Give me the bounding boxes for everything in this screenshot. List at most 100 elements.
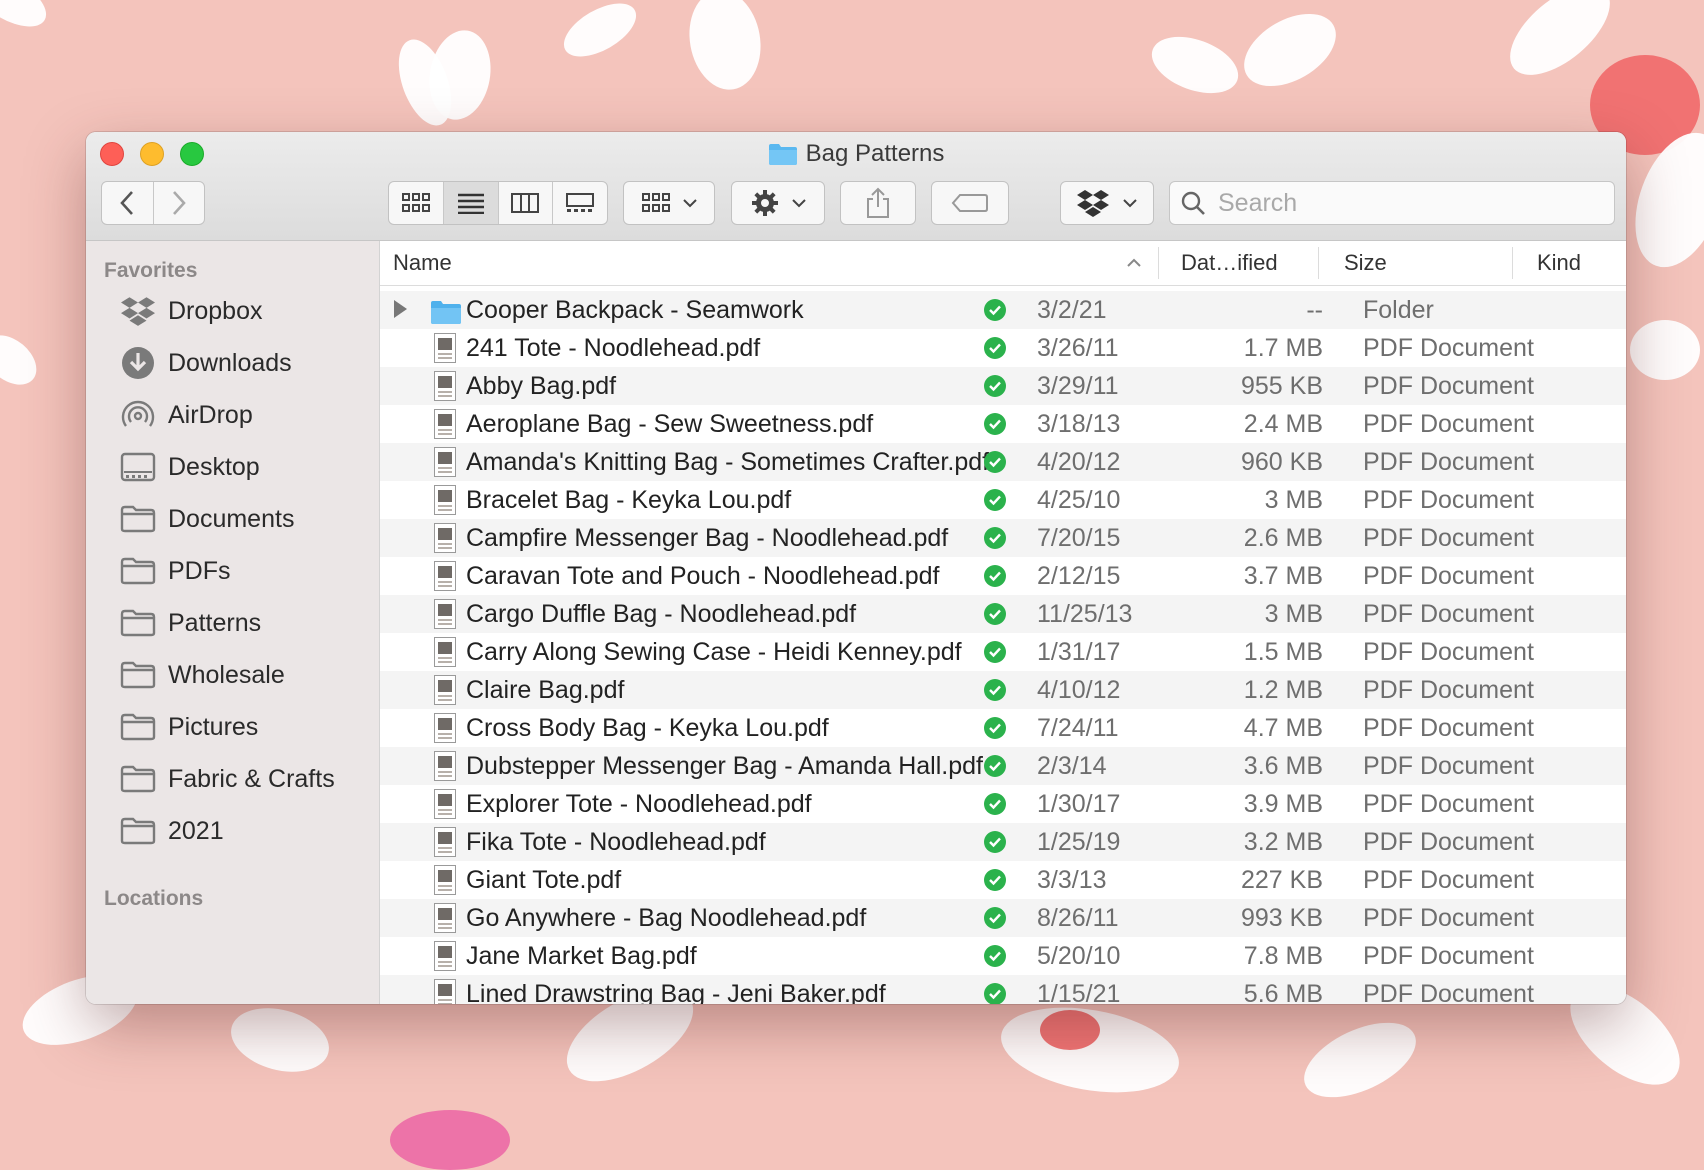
window-title: Bag Patterns — [805, 140, 945, 167]
sidebar-section-favorites: Favorites — [104, 259, 198, 282]
icon-view-button[interactable] — [389, 182, 444, 224]
sync-check-icon — [984, 337, 1006, 359]
file-row[interactable]: Aeroplane Bag - Sew Sweetness.pdf 3/18/13… — [380, 405, 1626, 443]
file-name: 241 Tote - Noodlehead.pdf — [466, 334, 761, 362]
sidebar-item-airdrop[interactable]: AirDrop — [120, 395, 253, 435]
file-size: 3.6 MB — [1243, 752, 1323, 780]
file-row[interactable]: Abby Bag.pdf 3/29/11 955 KB PDF Document — [380, 367, 1626, 405]
sync-check-icon — [984, 679, 1006, 701]
search-icon — [1181, 191, 1205, 215]
pdf-file-icon — [434, 713, 456, 743]
sync-check-icon — [984, 413, 1006, 435]
pdf-file-icon — [434, 827, 456, 857]
file-date: 1/31/17 — [1037, 638, 1121, 666]
sidebar-section-locations: Locations — [104, 887, 204, 910]
sidebar-item-fabric-crafts[interactable]: Fabric & Crafts — [120, 759, 335, 799]
file-row[interactable]: Bracelet Bag - Keyka Lou.pdf 4/25/10 3 MB P… — [380, 481, 1626, 519]
file-row[interactable]: Carry Along Sewing Case - Heidi Kenney.p… — [380, 633, 1626, 671]
file-date: 4/25/10 — [1037, 486, 1121, 514]
file-size: 3 MB — [1264, 600, 1323, 628]
file-row[interactable]: Claire Bag.pdf 4/10/12 1.2 MB PDF Document — [380, 671, 1626, 709]
file-size: 1.7 MB — [1243, 334, 1323, 362]
group-by-button[interactable] — [623, 181, 715, 225]
chevron-left-icon — [120, 191, 134, 215]
gallery-view-icon — [566, 193, 595, 212]
sidebar-item-wholesale[interactable]: Wholesale — [120, 655, 285, 695]
action-button[interactable] — [731, 181, 825, 225]
file-size: 1.2 MB — [1243, 676, 1323, 704]
disclosure-triangle-icon[interactable] — [394, 300, 407, 318]
dropbox-button[interactable] — [1060, 181, 1154, 225]
icon-view-icon — [401, 193, 430, 212]
sync-check-icon — [984, 603, 1006, 625]
file-row[interactable]: Cross Body Bag - Keyka Lou.pdf 7/24/11 4.7… — [380, 709, 1626, 747]
file-row[interactable]: Lined Drawstring Bag - Jeni Baker.pdf 1/1… — [380, 975, 1626, 1004]
column-view-button[interactable] — [499, 182, 554, 224]
file-row[interactable]: Cargo Duffle Bag - Noodlehead.pdf 11/25/1… — [380, 595, 1626, 633]
file-name: Aeroplane Bag - Sew Sweetness.pdf — [466, 410, 874, 438]
file-date: 5/20/10 — [1037, 942, 1121, 970]
file-date: 1/15/21 — [1037, 980, 1121, 1004]
sidebar-item-label: Fabric & Crafts — [168, 764, 335, 793]
column-header-name[interactable]: Name — [393, 250, 452, 276]
file-kind: PDF Document — [1363, 562, 1534, 590]
file-kind: PDF Document — [1363, 752, 1534, 780]
column-header-date-modified[interactable]: Dat…ified — [1181, 250, 1278, 276]
sidebar-item-2021[interactable]: 2021 — [120, 811, 224, 851]
sidebar-item-pictures[interactable]: Pictures — [120, 707, 258, 747]
file-row[interactable]: Amanda's Knitting Bag - Sometimes Crafte… — [380, 443, 1626, 481]
file-size: -- — [1306, 296, 1323, 324]
sidebar-item-downloads[interactable]: Downloads — [120, 343, 292, 383]
folder-icon — [768, 144, 797, 165]
pdf-file-icon — [434, 371, 456, 401]
gallery-view-button[interactable] — [553, 182, 607, 224]
file-kind: PDF Document — [1363, 638, 1534, 666]
file-name: Lined Drawstring Bag - Jeni Baker.pdf — [466, 980, 886, 1004]
group-by-icon — [642, 193, 670, 212]
file-row[interactable]: Explorer Tote - Noodlehead.pdf 1/30/17 3.9… — [380, 785, 1626, 823]
file-row[interactable]: Fika Tote - Noodlehead.pdf 1/25/19 3.2 MB P… — [380, 823, 1626, 861]
share-button[interactable] — [840, 181, 916, 225]
file-kind: PDF Document — [1363, 334, 1534, 362]
file-row[interactable]: Go Anywhere - Bag Noodlehead.pdf 8/26/11 9… — [380, 899, 1626, 937]
column-view-icon — [511, 193, 540, 213]
sidebar-item-patterns[interactable]: Patterns — [120, 603, 261, 643]
desktop-icon — [120, 449, 156, 485]
pdf-file-icon — [434, 903, 456, 933]
column-header-size[interactable]: Size — [1344, 250, 1387, 276]
search-input[interactable] — [1216, 187, 1600, 219]
file-date: 3/18/13 — [1037, 410, 1121, 438]
file-row[interactable]: 241 Tote - Noodlehead.pdf 3/26/11 1.7 MB PD… — [380, 329, 1626, 367]
sidebar-item-label: Dropbox — [168, 296, 263, 325]
file-row[interactable]: Jane Market Bag.pdf 5/20/10 7.8 MB PDF Docu… — [380, 937, 1626, 975]
tag-button[interactable] — [931, 181, 1009, 225]
file-name: Carry Along Sewing Case - Heidi Kenney.p… — [466, 638, 962, 666]
file-list-pane: Name Dat…ified Size Kind Cooper Backpack… — [380, 241, 1626, 1004]
file-row[interactable]: Caravan Tote and Pouch - Noodlehead.pdf 2… — [380, 557, 1626, 595]
sidebar-item-desktop[interactable]: Desktop — [120, 447, 260, 487]
list-view-button[interactable] — [443, 182, 499, 224]
list-view-icon — [457, 193, 484, 214]
nav-buttons — [101, 181, 205, 225]
file-date: 1/30/17 — [1037, 790, 1121, 818]
forward-button[interactable] — [154, 182, 205, 224]
search-field[interactable] — [1169, 181, 1615, 225]
sidebar-item-pdfs[interactable]: PDFs — [120, 551, 231, 591]
pdf-file-icon — [434, 523, 456, 553]
sidebar-item-dropbox[interactable]: Dropbox — [120, 291, 263, 331]
file-date: 3/3/13 — [1037, 866, 1107, 894]
pdf-file-icon — [434, 561, 456, 591]
file-kind: PDF Document — [1363, 714, 1534, 742]
column-header-kind[interactable]: Kind — [1537, 250, 1581, 276]
view-mode-control — [388, 181, 608, 225]
file-date: 4/10/12 — [1037, 676, 1121, 704]
back-button[interactable] — [102, 182, 154, 224]
sync-check-icon — [984, 907, 1006, 929]
file-row[interactable]: Cooper Backpack - Seamwork 3/2/21 -- Folder — [380, 291, 1626, 329]
file-row[interactable]: Giant Tote.pdf 3/3/13 227 KB PDF Document — [380, 861, 1626, 899]
sidebar-item-label: Documents — [168, 504, 295, 533]
sidebar-item-documents[interactable]: Documents — [120, 499, 294, 539]
file-row[interactable]: Dubstepper Messenger Bag - Amanda Hall.p… — [380, 747, 1626, 785]
file-row[interactable]: Campfire Messenger Bag - Noodlehead.pdf 7… — [380, 519, 1626, 557]
file-date: 8/26/11 — [1037, 904, 1119, 932]
